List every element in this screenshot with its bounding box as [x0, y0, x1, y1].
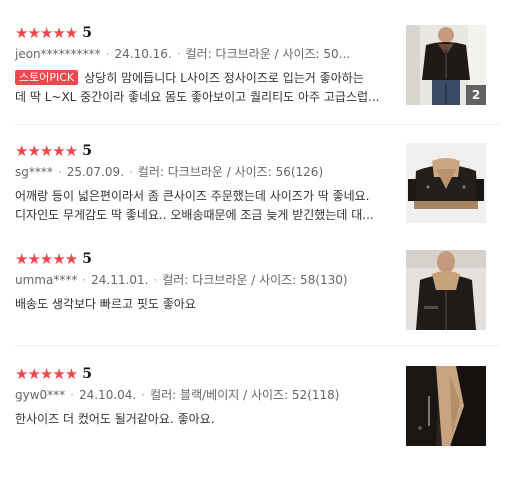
review-date: 24.10.16.	[114, 47, 172, 61]
review-text[interactable]: 배송도 생각보다 빠르고 핏도 좋아요	[15, 295, 395, 314]
review-text[interactable]: 한사이즈 더 컸어도 될거같아요. 좋아요.	[15, 410, 395, 429]
rating-score: 5	[82, 251, 92, 267]
review-text[interactable]: 스토어PICK 상당히 맘에듭니다 L사이즈 정사이즈로 입는거 좋아하는 데 딱…	[15, 69, 395, 107]
review-date: 24.11.01.	[91, 273, 149, 287]
review-meta: jeon********** · 24.10.16. · 컬러: 다크브라운 / 사이즈…	[15, 47, 351, 61]
star-rating: ★★★★★ 5	[15, 365, 92, 383]
star-icon: ★★★★★	[15, 142, 78, 160]
review-item[interactable]: ★★★★★ 5 sg**** · 25.07.09. · 컬러: 다크브라운 / 사이즈…	[15, 142, 515, 230]
reviewer-id: sg****	[15, 165, 53, 179]
divider	[15, 345, 500, 346]
product-option: 컬러: 다크브라운 / 사이즈: 50...	[185, 47, 351, 61]
review-date: 24.10.04.	[79, 388, 137, 402]
store-pick-badge: 스토어PICK	[15, 70, 79, 85]
review-photo[interactable]: 2	[406, 25, 486, 105]
star-icon: ★★★★★	[15, 250, 78, 268]
rating-score: 5	[82, 25, 92, 41]
reviewer-id: jeon**********	[15, 47, 101, 61]
star-icon: ★★★★★	[15, 24, 78, 42]
rating-score: 5	[82, 143, 92, 159]
product-option: 컬러: 다크브라운 / 사이즈: 56(126)	[137, 165, 324, 179]
review-meta: gyw0*** · 24.10.04. · 컬러: 블랙/베이지 / 사이즈: 52(1…	[15, 388, 340, 402]
photo-count: 2	[466, 85, 486, 105]
review-text[interactable]: 어깨랑 등이 넓은편이라서 좀 큰사이즈 주문했는데 사이즈가 딱 좋네요. 디…	[15, 187, 395, 225]
review-photo[interactable]	[406, 250, 486, 330]
review-meta: umma**** · 24.11.01. · 컬러: 다크브라운 / 사이즈: 58(1…	[15, 273, 348, 287]
product-option: 컬러: 블랙/베이지 / 사이즈: 52(118)	[150, 388, 340, 402]
star-rating: ★★★★★ 5	[15, 24, 92, 42]
review-date: 25.07.09.	[66, 165, 124, 179]
divider	[15, 124, 500, 125]
review-photo[interactable]	[406, 366, 486, 446]
rating-score: 5	[82, 366, 92, 382]
review-item[interactable]: ★★★★★ 5 umma**** · 24.11.01. · 컬러: 다크브라운 / 사…	[15, 250, 515, 330]
star-rating: ★★★★★ 5	[15, 250, 92, 268]
reviewer-id: gyw0***	[15, 388, 66, 402]
reviewer-id: umma****	[15, 273, 78, 287]
review-item[interactable]: ★★★★★ 5 gyw0*** · 24.10.04. · 컬러: 블랙/베이지 / 사…	[15, 365, 515, 447]
review-meta: sg**** · 25.07.09. · 컬러: 다크브라운 / 사이즈: 56(126…	[15, 165, 324, 179]
star-rating: ★★★★★ 5	[15, 142, 92, 160]
product-option: 컬러: 다크브라운 / 사이즈: 58(130)	[162, 273, 348, 287]
review-photo[interactable]	[406, 143, 486, 223]
review-item[interactable]: ★★★★★ 5 jeon********** · 24.10.16. · 컬러: 다크브…	[15, 24, 515, 112]
star-icon: ★★★★★	[15, 365, 78, 383]
